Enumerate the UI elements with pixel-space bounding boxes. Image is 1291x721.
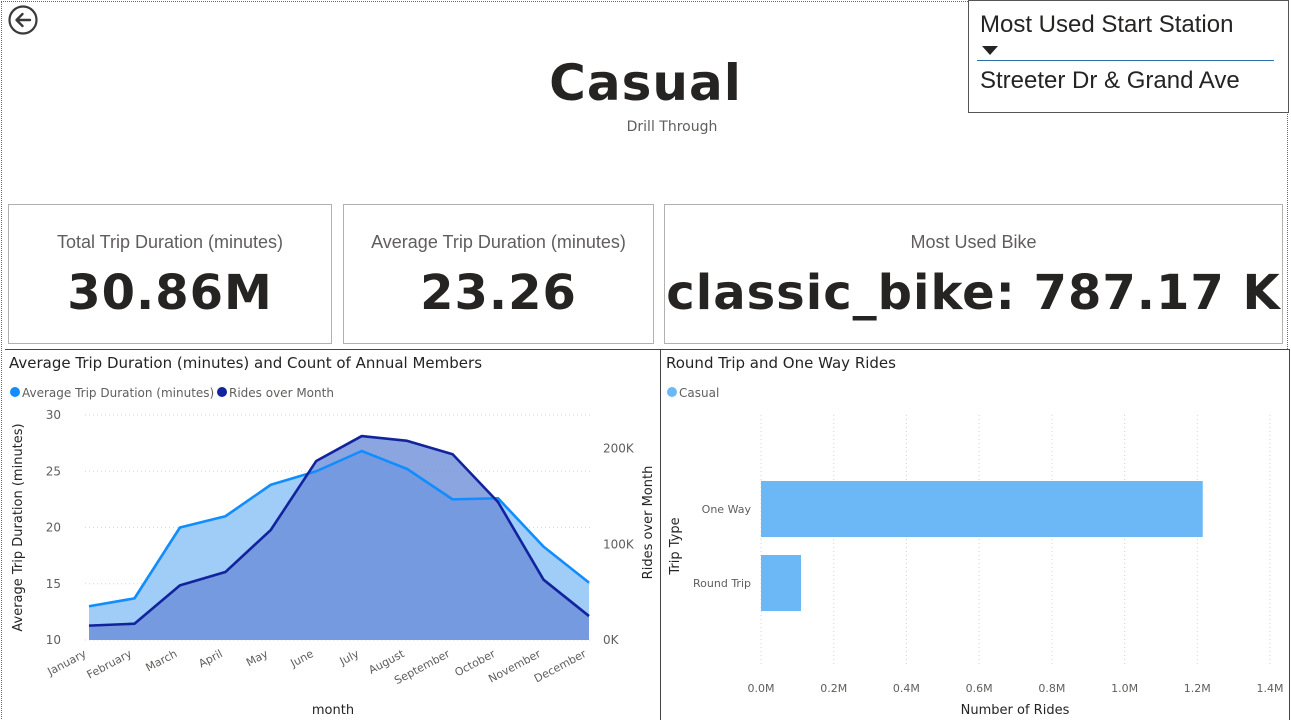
card-label: Total Trip Duration (minutes) — [9, 232, 331, 253]
y-tick-label: 20 — [46, 521, 61, 535]
y2-tick-label: 100K — [603, 537, 635, 551]
y-tick-label: 10 — [46, 633, 61, 647]
x-tick-label: 1.0M — [1111, 682, 1138, 695]
legend-label: Casual — [679, 386, 719, 400]
average-trip-duration-card: Average Trip Duration (minutes) 23.26 — [343, 204, 654, 344]
page-subtitle: Drill Through — [0, 119, 1291, 135]
x-tick-label: January — [45, 647, 89, 679]
x-tick-label: 0.0M — [748, 682, 775, 695]
x-tick-label: March — [144, 647, 180, 674]
x-tick-label: 1.2M — [1184, 682, 1211, 695]
x-tick-label: February — [85, 647, 135, 682]
y-tick-label: 25 — [46, 464, 61, 478]
card-label: Most Used Bike — [665, 232, 1282, 253]
x-axis-title: month — [312, 703, 354, 718]
x-tick-label: June — [288, 647, 316, 670]
slicer-selected-value[interactable]: Streeter Dr & Grand Ave — [980, 67, 1240, 95]
most-used-bike-card: Most Used Bike classic_bike: 787.17 K — [664, 204, 1283, 344]
area-chart: 10 15 20 25 30 0K 100K 200K JanuaryFebruary March… — [5, 350, 660, 721]
bar-chart: 0.0M0.2M0.4M0.6M0.8M1.0M1.2M1.4MOne WayR… — [661, 350, 1289, 721]
y-tick-label: Round Trip — [693, 577, 751, 590]
y-tick-label: 30 — [46, 408, 61, 422]
y-tick-label: 15 — [46, 577, 61, 591]
x-tick-label: 0.2M — [820, 682, 847, 695]
x-axis-title: Number of Rides — [961, 703, 1070, 718]
x-tick-label: 0.8M — [1038, 682, 1065, 695]
x-tick-label: May — [244, 647, 271, 669]
legend-marker — [667, 387, 677, 397]
x-tick-label: 0.4M — [893, 682, 920, 695]
start-station-slicer[interactable]: Most Used Start Station Streeter Dr & Gr… — [968, 0, 1289, 113]
y2-tick-label: 0K — [603, 633, 620, 647]
y2-tick-label: 200K — [603, 442, 635, 456]
x-tick-label: April — [196, 647, 224, 670]
trip-type-bar-chart-visual[interactable]: Round Trip and One Way Rides 0.0M0.2M0.4… — [661, 349, 1290, 720]
card-value: 30.86M — [9, 265, 331, 321]
x-tick-label: July — [337, 647, 362, 668]
y-tick-label: One Way — [702, 503, 752, 516]
bar-round-trip — [761, 555, 801, 611]
card-value: classic_bike: 787.17 K — [665, 265, 1282, 321]
series-area-rides — [89, 436, 589, 640]
card-label: Average Trip Duration (minutes) — [344, 232, 653, 253]
back-arrow-icon[interactable] — [7, 4, 39, 36]
duration-area-chart-visual[interactable]: Average Trip Duration (minutes) and Coun… — [5, 349, 661, 720]
legend-marker — [10, 387, 20, 397]
x-tick-label: 0.6M — [966, 682, 993, 695]
total-trip-duration-card: Total Trip Duration (minutes) 30.86M — [8, 204, 332, 344]
x-tick-label: December — [532, 647, 589, 685]
bar-one-way — [761, 481, 1203, 537]
y2-axis-title: Rides over Month — [641, 466, 656, 580]
caret-down-icon[interactable] — [981, 45, 999, 57]
legend-label: Average Trip Duration (minutes) — [22, 386, 214, 400]
card-value: 23.26 — [344, 265, 653, 321]
y-axis-title: Trip Type — [668, 517, 683, 575]
legend-label: Rides over Month — [229, 386, 334, 400]
legend-marker — [217, 387, 227, 397]
slicer-divider — [977, 60, 1274, 61]
x-tick-label: 1.4M — [1257, 682, 1284, 695]
y-axis-title: Average Trip Duration (minutes) — [11, 423, 26, 631]
slicer-label: Most Used Start Station — [980, 11, 1233, 39]
